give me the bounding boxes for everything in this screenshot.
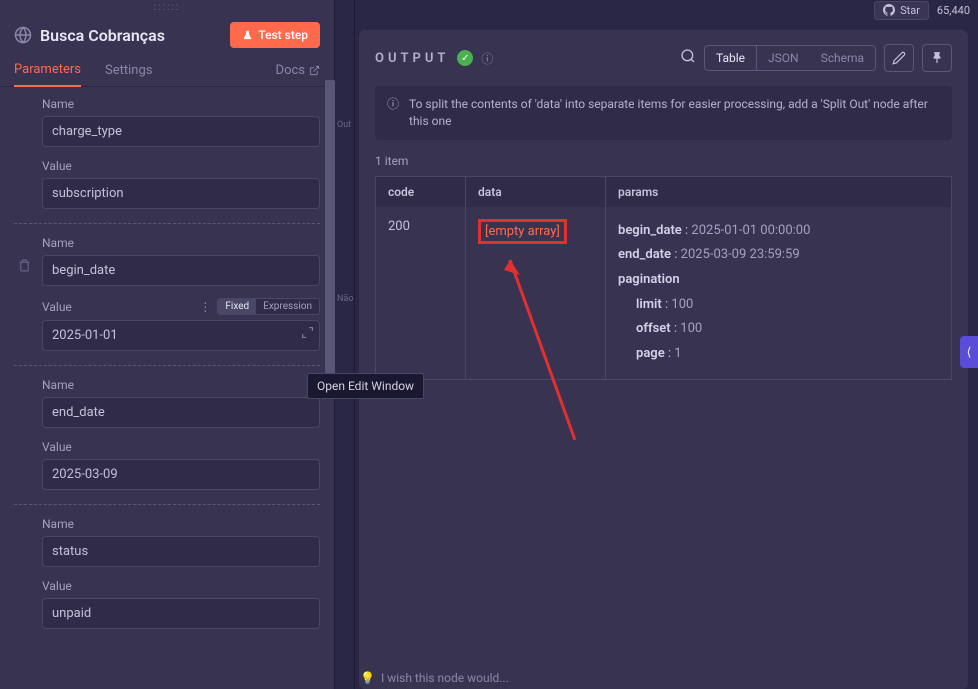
nao-label: Não — [337, 294, 353, 304]
column-header-params[interactable]: params — [606, 177, 951, 207]
edit-button[interactable] — [884, 44, 914, 72]
column-header-code[interactable]: code — [376, 177, 466, 207]
tab-settings[interactable]: Settings — [105, 55, 152, 86]
search-icon[interactable] — [680, 48, 696, 68]
success-check-icon: ✓ — [457, 50, 473, 66]
test-step-button[interactable]: Test step — [230, 22, 320, 48]
name-input-begin-date[interactable] — [42, 255, 320, 286]
flask-icon — [242, 30, 253, 41]
cell-code: 200 — [376, 207, 466, 379]
docs-link[interactable]: Docs — [276, 63, 320, 78]
divider — [14, 223, 320, 224]
external-link-icon — [309, 65, 320, 76]
divider — [14, 504, 320, 505]
field-label: Name — [42, 517, 320, 531]
output-panel: OUTPUT ✓ ⓘ Table JSON Schema — [359, 30, 968, 689]
connector-strip: Out Não — [335, 0, 355, 689]
name-input-status[interactable] — [42, 536, 320, 567]
field-label: Value — [42, 300, 72, 314]
field-label: Name — [42, 378, 320, 392]
scrollbar-thumb[interactable] — [325, 80, 335, 390]
divider — [14, 365, 320, 366]
item-count: 1 item — [359, 150, 968, 176]
value-input-status[interactable] — [42, 598, 320, 629]
field-label: Value — [42, 159, 320, 173]
expand-icon[interactable] — [301, 326, 314, 342]
value-input-charge-type[interactable] — [42, 178, 320, 209]
field-label: Name — [42, 236, 320, 250]
field-label: Value — [42, 579, 320, 593]
tooltip: Open Edit Window — [307, 373, 424, 399]
delete-icon[interactable] — [18, 259, 31, 276]
cell-data: [empty array] — [466, 207, 606, 379]
field-label: Value — [42, 440, 320, 454]
view-tab-schema[interactable]: Schema — [810, 46, 875, 70]
column-header-data[interactable]: data — [466, 177, 606, 207]
cell-params: begin_date : 2025-01-01 00:00:00 end_dat… — [606, 207, 951, 379]
bulb-icon: 💡 — [360, 671, 375, 685]
view-tab-table[interactable]: Table — [705, 46, 757, 70]
tab-parameters[interactable]: Parameters — [14, 54, 81, 87]
parameters-panel: :::::: Busca Cobranças Test step Paramet… — [0, 0, 335, 689]
node-title: Busca Cobranças — [40, 26, 165, 45]
hint-box: ⓘ To split the contents of 'data' into s… — [375, 86, 952, 140]
value-input-begin-date[interactable] — [42, 320, 320, 351]
options-icon[interactable]: ⋮ — [199, 300, 211, 314]
drag-handle[interactable]: :::::: — [0, 0, 334, 14]
name-input-end-date[interactable] — [42, 397, 320, 428]
output-table: code data params 200 [empty array] begin… — [375, 176, 952, 380]
side-drawer-tab[interactable]: ⟨ — [960, 336, 978, 368]
field-label: Name — [42, 97, 320, 111]
feedback-footer[interactable]: 💡 I wish this node would... — [360, 671, 509, 685]
globe-icon — [14, 26, 32, 44]
out-label: Out — [337, 120, 351, 130]
name-input-charge-type[interactable] — [42, 116, 320, 147]
info-icon[interactable]: ⓘ — [481, 50, 493, 67]
table-row: 200 [empty array] begin_date : 2025-01-0… — [376, 207, 951, 379]
hint-text: To split the contents of 'data' into sep… — [409, 96, 940, 130]
info-icon: ⓘ — [387, 96, 399, 130]
output-title: OUTPUT — [375, 51, 449, 66]
view-tab-json[interactable]: JSON — [757, 46, 810, 70]
fixed-expression-toggle[interactable]: Fixed Expression — [217, 298, 320, 315]
value-input-end-date[interactable] — [42, 459, 320, 490]
pin-button[interactable] — [922, 44, 952, 72]
empty-array-highlight: [empty array] — [478, 219, 567, 244]
